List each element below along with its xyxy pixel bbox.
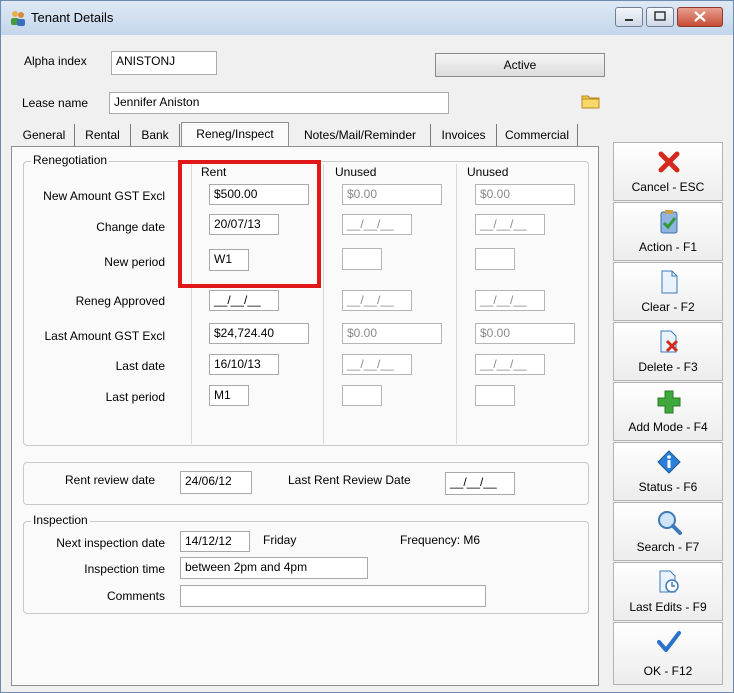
maximize-button[interactable] (646, 7, 674, 27)
last-amount-rent-field[interactable]: $24,724.40 (209, 323, 309, 344)
action-button-label: Action - F1 (638, 240, 698, 254)
column-header-unused-1: Unused (335, 165, 377, 179)
clipboard-check-icon (660, 210, 678, 234)
magnifier-icon (658, 511, 682, 535)
folder-icon[interactable] (581, 93, 600, 109)
rent-column-highlight (178, 160, 321, 288)
window-title: Tenant Details (31, 10, 114, 25)
cancel-x-icon (658, 151, 680, 173)
checkmark-icon (657, 631, 681, 652)
plus-icon (657, 390, 681, 414)
cancel-button-label: Cancel - ESC (631, 180, 705, 194)
add-mode-button-label: Add Mode - F4 (628, 420, 708, 434)
new-amount-label: New Amount GST Excl (43, 189, 165, 203)
inspection-time-label: Inspection time (84, 562, 165, 576)
last-date-unused2-field[interactable]: __/__/__ (475, 354, 545, 375)
search-button[interactable]: Search - F7 (613, 502, 723, 561)
rent-review-date-field[interactable]: 24/06/12 (180, 471, 252, 494)
last-period-unused2-field[interactable] (475, 385, 515, 406)
new-period-unused1-field[interactable] (342, 248, 382, 270)
new-amount-unused2-field[interactable]: $0.00 (475, 184, 575, 205)
maximize-icon (654, 11, 666, 21)
people-app-icon (11, 11, 25, 26)
blank-page-icon (661, 270, 678, 294)
clear-button-label: Clear - F2 (641, 300, 695, 314)
tenant-details-window: Tenant Details Alpha index ANISTONJ Acti… (0, 0, 734, 693)
ok-button[interactable]: OK - F12 (613, 622, 723, 685)
delete-page-icon (660, 330, 679, 353)
minimize-icon (625, 19, 633, 21)
last-date-label: Last date (115, 359, 165, 373)
next-inspection-date-label: Next inspection date (56, 536, 165, 550)
last-amount-label: Last Amount GST Excl (44, 329, 166, 343)
tab-invoices[interactable]: Invoices (431, 124, 497, 146)
column-divider (323, 164, 324, 444)
last-edits-button[interactable]: Last Edits - F9 (613, 562, 723, 621)
last-period-unused1-field[interactable] (342, 385, 382, 406)
clock-page-icon (659, 570, 679, 593)
close-button[interactable] (677, 7, 723, 27)
status-button[interactable]: Status - F6 (613, 442, 723, 501)
comments-label: Comments (106, 589, 165, 603)
reneg-approved-unused1-field[interactable]: __/__/__ (342, 290, 412, 311)
reneg-approved-rent-field[interactable]: __/__/__ (209, 290, 279, 311)
clear-button[interactable]: Clear - F2 (613, 262, 723, 321)
inspection-title: Inspection (31, 513, 90, 527)
column-header-unused-2: Unused (467, 165, 509, 179)
tab-commercial[interactable]: Commercial (497, 124, 578, 146)
delete-button[interactable]: Delete - F3 (613, 322, 723, 381)
ok-button-label: OK - F12 (643, 664, 693, 678)
comments-field[interactable] (180, 585, 486, 607)
reneg-approved-unused2-field[interactable]: __/__/__ (475, 290, 545, 311)
tab-rental[interactable]: Rental (75, 124, 131, 146)
action-button[interactable]: Action - F1 (613, 202, 723, 261)
new-period-unused2-field[interactable] (475, 248, 515, 270)
info-icon (657, 450, 681, 474)
last-rent-review-date-field[interactable]: __/__/__ (445, 472, 515, 495)
last-period-rent-field[interactable]: M1 (209, 385, 249, 406)
minimize-button[interactable] (615, 7, 643, 27)
last-amount-unused1-field[interactable]: $0.00 (342, 323, 442, 344)
last-amount-unused2-field[interactable]: $0.00 (475, 323, 575, 344)
change-date-label: Change date (96, 220, 165, 234)
tab-notes-mail-reminder[interactable]: Notes/Mail/Reminder (290, 124, 431, 146)
last-period-label: Last period (105, 390, 165, 404)
change-date-unused1-field[interactable]: __/__/__ (342, 214, 412, 235)
column-divider (456, 164, 457, 444)
last-edits-button-label: Last Edits - F9 (629, 600, 707, 614)
renegotiation-title: Renegotiation (31, 153, 110, 167)
title-bar: Tenant Details (1, 1, 733, 35)
cancel-button[interactable]: Cancel - ESC (613, 142, 723, 201)
alpha-index-label: Alpha index (24, 54, 87, 68)
new-period-label: New period (104, 255, 165, 269)
reneg-approved-label: Reneg Approved (75, 294, 165, 308)
last-date-rent-field[interactable]: 16/10/13 (209, 354, 279, 375)
lease-name-label: Lease name (22, 96, 89, 110)
rent-review-date-label: Rent review date (65, 473, 156, 487)
lease-name-field[interactable]: Jennifer Aniston (109, 92, 449, 114)
next-inspection-date-field[interactable]: 14/12/12 (180, 531, 250, 552)
next-inspection-day: Friday (263, 533, 297, 547)
status-active-button[interactable]: Active (435, 53, 605, 77)
tab-reneg-inspect[interactable]: Reneg/Inspect (181, 122, 289, 147)
inspection-time-field[interactable]: between 2pm and 4pm (180, 557, 368, 579)
search-button-label: Search - F7 (636, 540, 700, 554)
alpha-index-field[interactable]: ANISTONJ (111, 51, 217, 75)
change-date-unused2-field[interactable]: __/__/__ (475, 214, 545, 235)
new-amount-unused1-field[interactable]: $0.00 (342, 184, 442, 205)
last-rent-review-date-label: Last Rent Review Date (288, 473, 411, 487)
last-date-unused1-field[interactable]: __/__/__ (342, 354, 412, 375)
close-icon (694, 11, 706, 22)
add-mode-button[interactable]: Add Mode - F4 (613, 382, 723, 441)
delete-button-label: Delete - F3 (638, 360, 698, 374)
status-button-label: Status - F6 (638, 480, 698, 494)
tab-general[interactable]: General (14, 124, 75, 146)
inspection-frequency: Frequency: M6 (400, 533, 481, 547)
tab-bank[interactable]: Bank (131, 124, 180, 146)
